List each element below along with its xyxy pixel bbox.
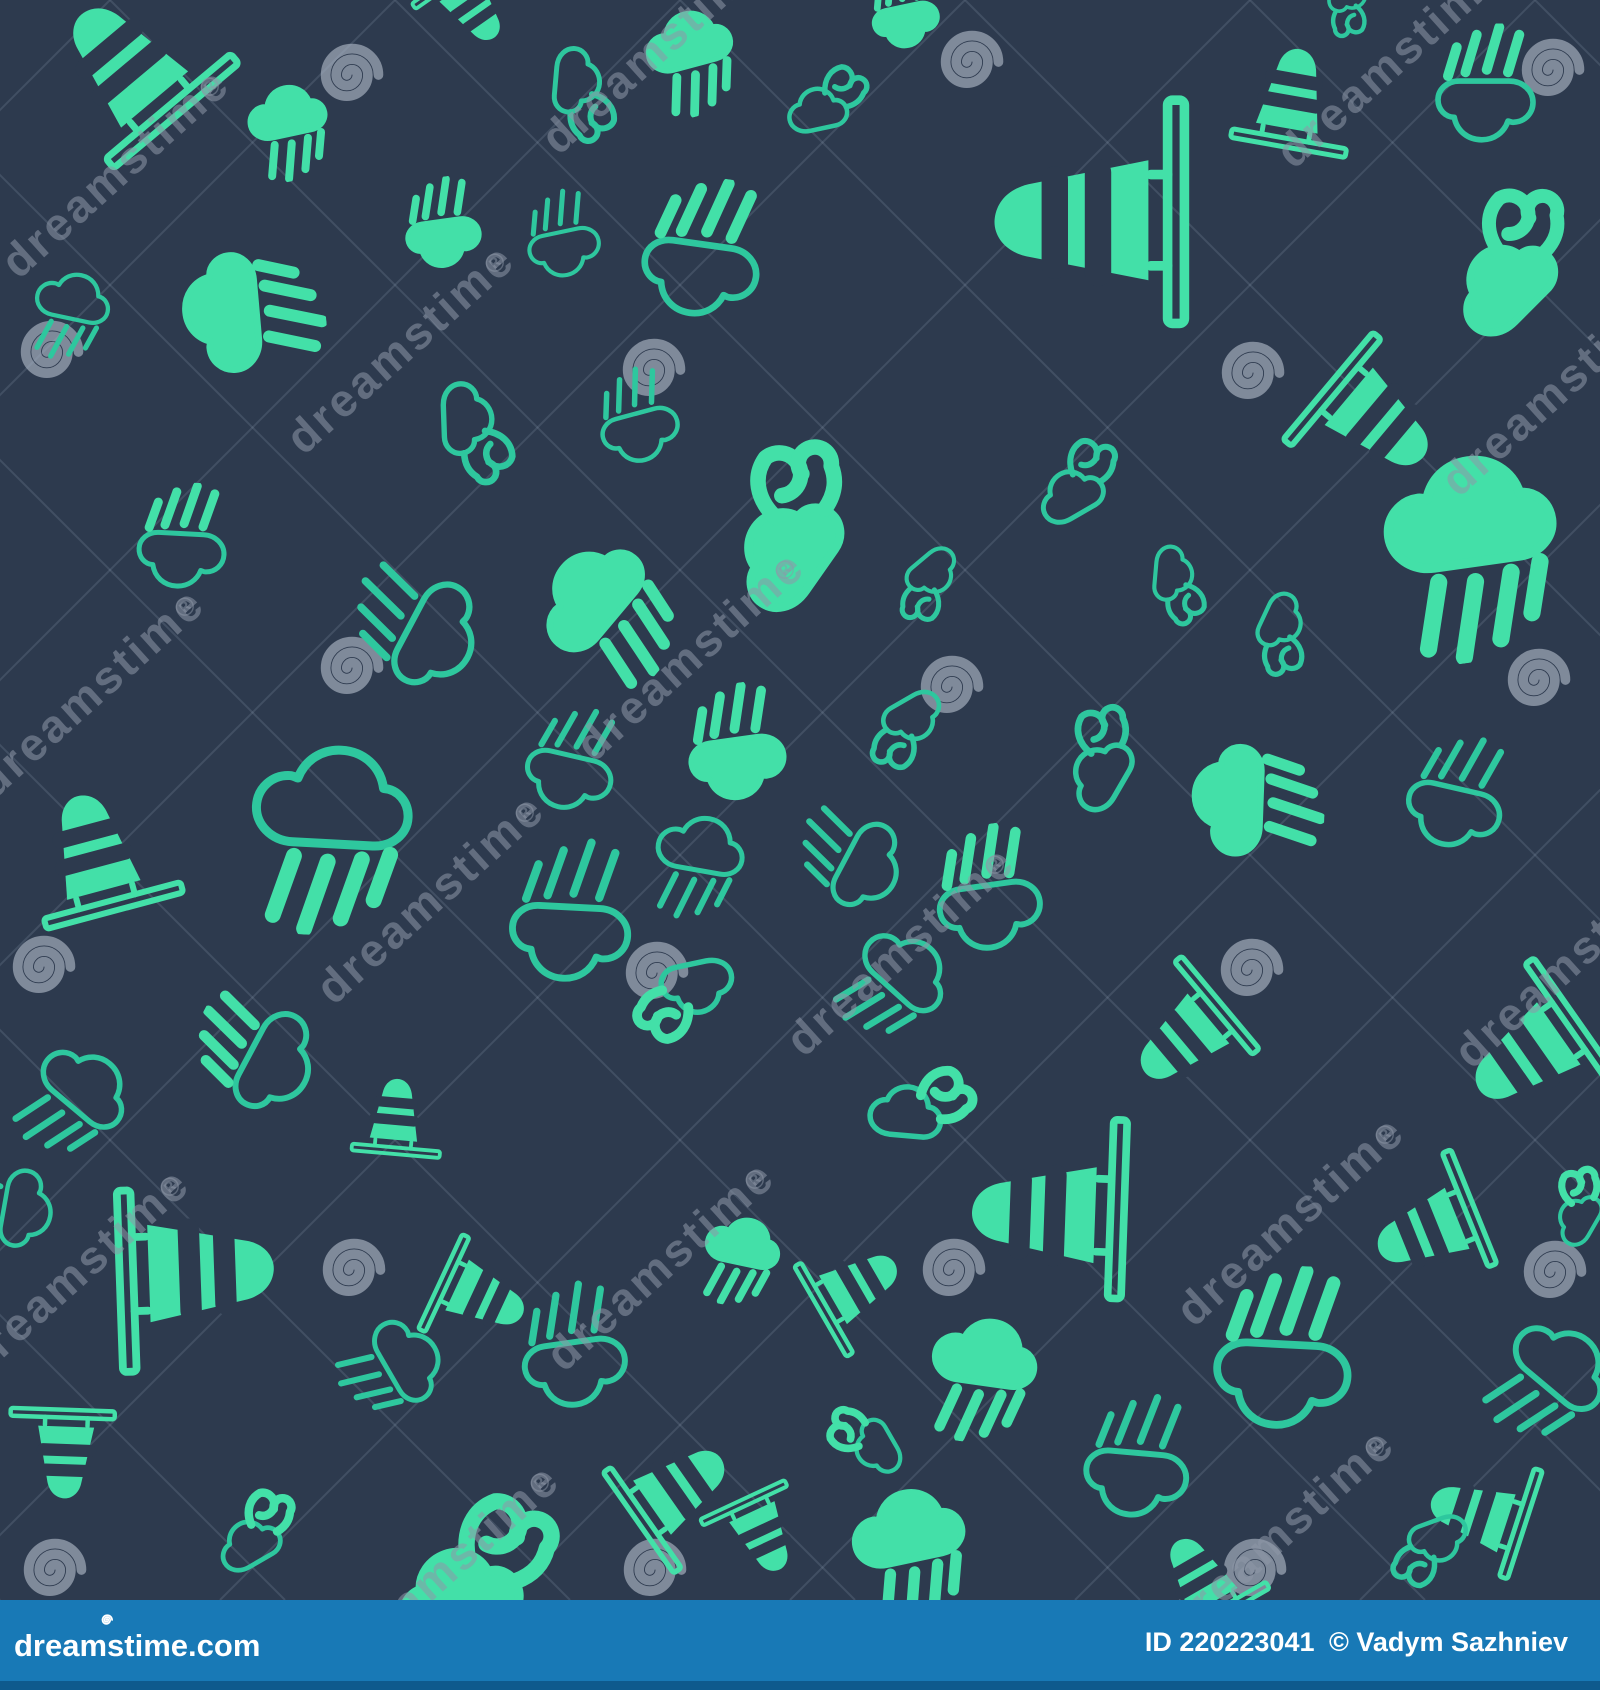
brand-watermark-text: dreamstime bbox=[1430, 274, 1600, 507]
brand-watermark-text: dreamstime bbox=[1443, 846, 1600, 1079]
credit-block: ID 220223041 © Vadym Sazhniev bbox=[1138, 1625, 1568, 1658]
watermark-text-layer: dreamstime®dreamstime®dreamstime®dreamst… bbox=[0, 0, 1600, 1600]
image-id-text: ID 220223041 bbox=[1145, 1627, 1315, 1657]
brand-watermark-text: dreamstime bbox=[1265, 0, 1515, 178]
logo-text: dreamstime.com bbox=[14, 1628, 260, 1663]
credit-text: © Vadym Sazhniev bbox=[1329, 1627, 1568, 1657]
logo-spiral-icon bbox=[98, 1612, 114, 1628]
dreamstime-logo: dreamstime.com bbox=[14, 1618, 260, 1664]
pattern-canvas: dreamstime®dreamstime®dreamstime®dreamst… bbox=[0, 0, 1600, 1600]
stock-image-preview: dreamstime®dreamstime®dreamstime®dreamst… bbox=[0, 0, 1600, 1690]
footer-bottom-edge bbox=[0, 1681, 1600, 1690]
footer-bar: dreamstime.com ID 220223041 © Vadym Sazh… bbox=[0, 1600, 1600, 1690]
brand-watermark-text: dreamstime bbox=[530, 0, 780, 164]
